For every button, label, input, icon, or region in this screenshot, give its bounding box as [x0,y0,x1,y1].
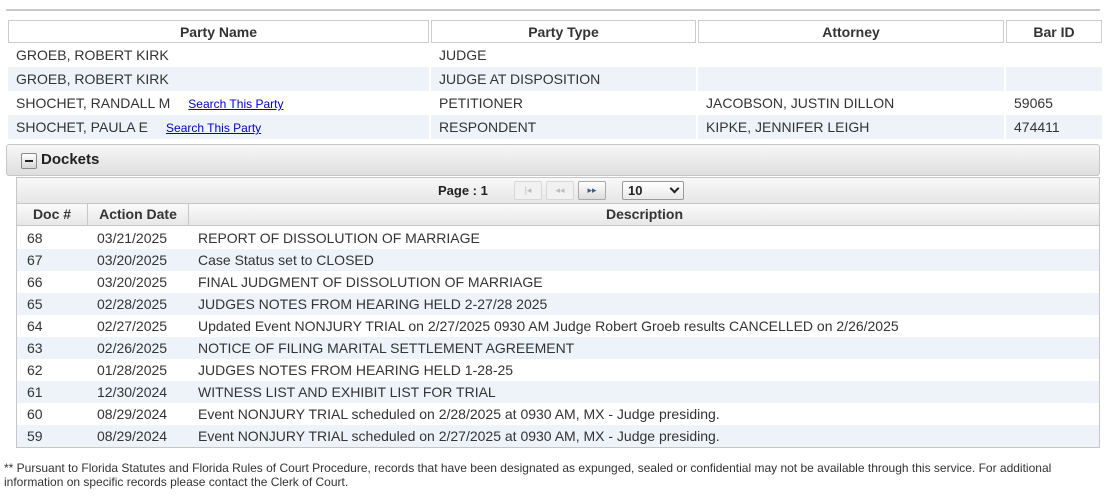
case-detail-page: Party Name Party Type Attorney Bar ID GR… [0,0,1112,499]
docket-description: Event NONJURY TRIAL scheduled on 2/28/20… [198,406,720,422]
docket-row: 64 02/27/2025 Updated Event NONJURY TRIA… [17,315,1099,337]
party-type: JUDGE AT DISPOSITION [431,67,696,91]
party-name-cell: SHOCHET, RANDALL M Search This Party [8,91,429,115]
first-page-icon[interactable]: |◂ [514,181,542,200]
doc-number: 65 [27,296,43,312]
doc-number: 61 [27,384,43,400]
party-type: PETITIONER [439,95,524,111]
action-date: 02/27/2025 [97,318,168,334]
bar-id: 59065 [1014,95,1053,111]
next-page-icon[interactable]: ▸▸ [578,181,606,200]
attorney-name [698,43,1004,67]
docket-row: 62 01/28/2025 JUDGES NOTES FROM HEARING … [17,359,1099,381]
party-name-cell: SHOCHET, PAULA E Search This Party [8,115,429,139]
attorney-name [698,67,1004,91]
top-divider [6,9,1100,11]
docket-description: Case Status set to CLOSED [198,252,374,268]
doc-number: 59 [27,428,43,444]
party-name: SHOCHET, PAULA E [16,119,149,135]
party-row: SHOCHET, RANDALL M Search This Party PETI… [8,91,1102,115]
party-name-cell: GROEB, ROBERT KIRK [8,67,429,91]
party-row: GROEB, ROBERT KIRK JUDGE [8,43,1102,67]
docket-row: 59 08/29/2024 Event NONJURY TRIAL schedu… [17,425,1099,447]
page-indicator: Page : 1 [438,183,488,198]
dockets-title: Dockets [41,151,100,168]
docket-description: WITNESS LIST AND EXHIBIT LIST FOR TRIAL [198,384,496,400]
party-type: JUDGE [439,47,487,63]
doc-number: 66 [27,274,43,290]
docket-row: 60 08/29/2024 Event NONJURY TRIAL schedu… [17,403,1099,425]
bar-id: 474411 [1006,115,1102,139]
doc-number: 60 [27,406,43,422]
parties-table: Party Name Party Type Attorney Bar ID GR… [6,20,1104,139]
dockets-rows: 68 03/21/2025 REPORT OF DISSOLUTION OF M… [17,227,1099,447]
parties-header-row: Party Name Party Type Attorney Bar ID [8,20,1102,43]
action-date: 08/29/2024 [97,428,168,444]
docket-row: 68 03/21/2025 REPORT OF DISSOLUTION OF M… [17,227,1099,249]
doc-number: 64 [27,318,43,334]
party-name: GROEB, ROBERT KIRK [16,71,169,87]
description-header[interactable]: Description [189,204,1100,225]
docket-row: 67 03/20/2025 Case Status set to CLOSED [17,249,1099,271]
docket-description: FINAL JUDGMENT OF DISSOLUTION OF MARRIAG… [198,274,543,290]
dockets-grid: Page : 1 |◂ ◂◂ ▸▸ 10 Doc # Action Date D… [16,177,1100,448]
doc-number: 68 [27,230,43,246]
docket-description: Event NONJURY TRIAL scheduled on 2/27/20… [198,428,720,444]
docket-row: 65 02/28/2025 JUDGES NOTES FROM HEARING … [17,293,1099,315]
docket-row: 61 12/30/2024 WITNESS LIST AND EXHIBIT L… [17,381,1099,403]
page-size-select[interactable]: 10 [622,181,684,200]
attorney-header: Attorney [698,20,1004,43]
dockets-section-header: Dockets [6,144,1100,176]
docket-row: 66 03/20/2025 FINAL JUDGMENT OF DISSOLUT… [17,271,1099,293]
docket-description: NOTICE OF FILING MARITAL SETTLEMENT AGRE… [198,340,575,356]
party-name-header: Party Name [8,20,429,43]
docket-description: REPORT OF DISSOLUTION OF MARRIAGE [198,230,480,246]
action-date: 03/20/2025 [97,274,168,290]
search-this-party-link[interactable]: Search This Party [166,121,261,135]
doc-number: 63 [27,340,43,356]
action-date: 03/20/2025 [97,252,168,268]
action-date: 12/30/2024 [97,384,168,400]
party-name-cell: GROEB, ROBERT KIRK [8,43,429,67]
action-date: 02/28/2025 [97,296,168,312]
bar-id [1006,67,1102,91]
prev-page-icon[interactable]: ◂◂ [546,181,574,200]
docket-row: 63 02/26/2025 NOTICE OF FILING MARITAL S… [17,337,1099,359]
records-disclaimer: ** Pursuant to Florida Statutes and Flor… [4,461,1052,489]
docket-description: JUDGES NOTES FROM HEARING HELD 2-27/28 2… [198,296,548,312]
action-date: 01/28/2025 [97,362,168,378]
party-type: RESPONDENT [431,115,696,139]
action-date: 08/29/2024 [97,406,168,422]
party-type-header: Party Type [431,20,696,43]
party-name: GROEB, ROBERT KIRK [16,47,169,63]
action-date-header[interactable]: Action Date [88,204,189,225]
attorney-name: JACOBSON, JUSTIN DILLON [706,95,895,111]
bar-id [1006,43,1102,67]
doc-number: 62 [27,362,43,378]
party-row: SHOCHET, PAULA E Search This Party RESPON… [8,115,1102,139]
search-this-party-link[interactable]: Search This Party [188,97,283,111]
docket-description: Updated Event NONJURY TRIAL on 2/27/2025… [198,318,899,334]
chevron-down-icon [669,183,680,194]
party-name: SHOCHET, RANDALL M [16,95,171,111]
minus-icon[interactable] [21,153,37,169]
doc-number: 67 [27,252,43,268]
party-row: GROEB, ROBERT KIRK JUDGE AT DISPOSITION [8,67,1102,91]
action-date: 03/21/2025 [97,230,168,246]
action-date: 02/26/2025 [97,340,168,356]
doc-number-header[interactable]: Doc # [17,204,88,225]
page-size-value: 10 [628,183,643,198]
docket-description: JUDGES NOTES FROM HEARING HELD 1-28-25 [198,362,514,378]
bar-id-header: Bar ID [1006,20,1102,43]
dockets-header-row: Doc # Action Date Description [17,204,1099,226]
pager-bar: Page : 1 |◂ ◂◂ ▸▸ 10 [17,178,1099,204]
attorney-name: KIPKE, JENNIFER LEIGH [698,115,1004,139]
